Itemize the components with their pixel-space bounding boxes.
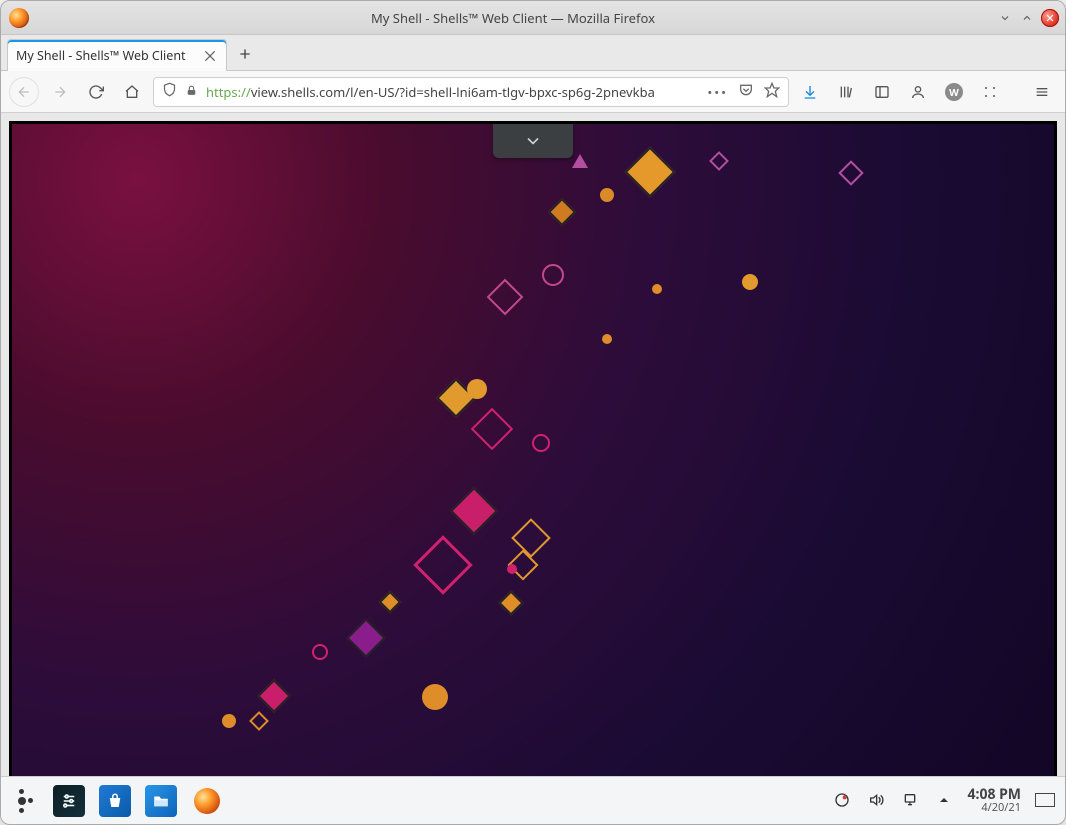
task-firefox[interactable] [191, 785, 223, 817]
decor-shape [838, 160, 863, 185]
decor-shape [467, 379, 487, 399]
decor-shape [742, 274, 758, 290]
home-button[interactable] [117, 77, 147, 107]
task-system-settings[interactable] [53, 785, 85, 817]
toolbar: https://view.shells.com/l/en-US/?id=shel… [1, 71, 1065, 113]
decor-shape [709, 151, 729, 171]
tray-volume-icon[interactable] [866, 790, 886, 810]
decor-shape [450, 487, 498, 535]
tray-network-icon[interactable] [900, 790, 920, 810]
reload-button[interactable] [81, 77, 111, 107]
decor-shape [222, 714, 236, 728]
dropdown-handle[interactable] [493, 124, 573, 158]
decor-shape [532, 434, 550, 452]
tab-active[interactable]: My Shell - Shells™ Web Client [7, 39, 227, 71]
pocket-icon[interactable] [738, 82, 754, 102]
decor-shape [379, 591, 402, 614]
url-bar[interactable]: https://view.shells.com/l/en-US/?id=shel… [153, 77, 789, 107]
decor-shape [346, 618, 386, 658]
decor-shape [511, 518, 551, 558]
decor-shape [498, 590, 523, 615]
overflow-button[interactable] [975, 77, 1005, 107]
lock-icon[interactable] [185, 83, 198, 101]
tab-title: My Shell - Shells™ Web Client [16, 47, 194, 64]
decor-shape [422, 684, 448, 710]
maximize-button[interactable] [1019, 10, 1035, 26]
page-content[interactable] [1, 113, 1065, 824]
tray-expand-icon[interactable] [934, 790, 954, 810]
library-button[interactable] [831, 77, 861, 107]
sidebar-button[interactable] [867, 77, 897, 107]
decor-shape [249, 711, 269, 731]
plasma-panel: 4:08 PM 4/20/21 [1, 776, 1065, 824]
decor-shape [625, 147, 676, 198]
decor-shape [507, 564, 517, 574]
decor-shape [542, 264, 564, 286]
decor-shape [312, 644, 328, 660]
bookmark-star-icon[interactable] [764, 82, 780, 102]
task-files[interactable] [145, 785, 177, 817]
tab-bar: My Shell - Shells™ Web Client [1, 35, 1065, 71]
decor-shape [487, 279, 524, 316]
show-desktop-button[interactable] [1035, 790, 1055, 810]
tracking-shield-icon[interactable] [162, 82, 177, 101]
titlebar: My Shell - Shells™ Web Client — Mozilla … [1, 1, 1065, 35]
extension-w-button[interactable]: W [939, 77, 969, 107]
url-text: https://view.shells.com/l/en-US/?id=shel… [206, 83, 699, 101]
account-button[interactable] [903, 77, 933, 107]
decor-shape [413, 535, 472, 594]
tab-close-button[interactable] [202, 48, 218, 64]
forward-button[interactable] [45, 77, 75, 107]
decor-shape [600, 188, 614, 202]
remote-desktop-wallpaper [9, 121, 1057, 824]
decor-shape [257, 679, 291, 713]
task-discover[interactable] [99, 785, 131, 817]
hamburger-menu[interactable] [1027, 77, 1057, 107]
firefox-app-icon [9, 8, 29, 28]
decor-shape [471, 408, 513, 450]
new-tab-button[interactable] [227, 38, 263, 70]
close-window-button[interactable] [1041, 9, 1059, 27]
window-title: My Shell - Shells™ Web Client — Mozilla … [37, 9, 989, 27]
decor-shape [572, 154, 588, 168]
decor-shape [602, 334, 612, 344]
decor-shape [548, 198, 576, 226]
minimize-button[interactable] [997, 10, 1013, 26]
page-actions-icon[interactable]: ••• [707, 83, 728, 101]
clock-date: 4/20/21 [981, 802, 1021, 814]
decor-shape [652, 284, 662, 294]
app-launcher[interactable] [11, 785, 39, 817]
clock[interactable]: 4:08 PM 4/20/21 [968, 787, 1022, 814]
tray-update-icon[interactable] [832, 790, 852, 810]
downloads-button[interactable] [795, 77, 825, 107]
back-button[interactable] [9, 77, 39, 107]
